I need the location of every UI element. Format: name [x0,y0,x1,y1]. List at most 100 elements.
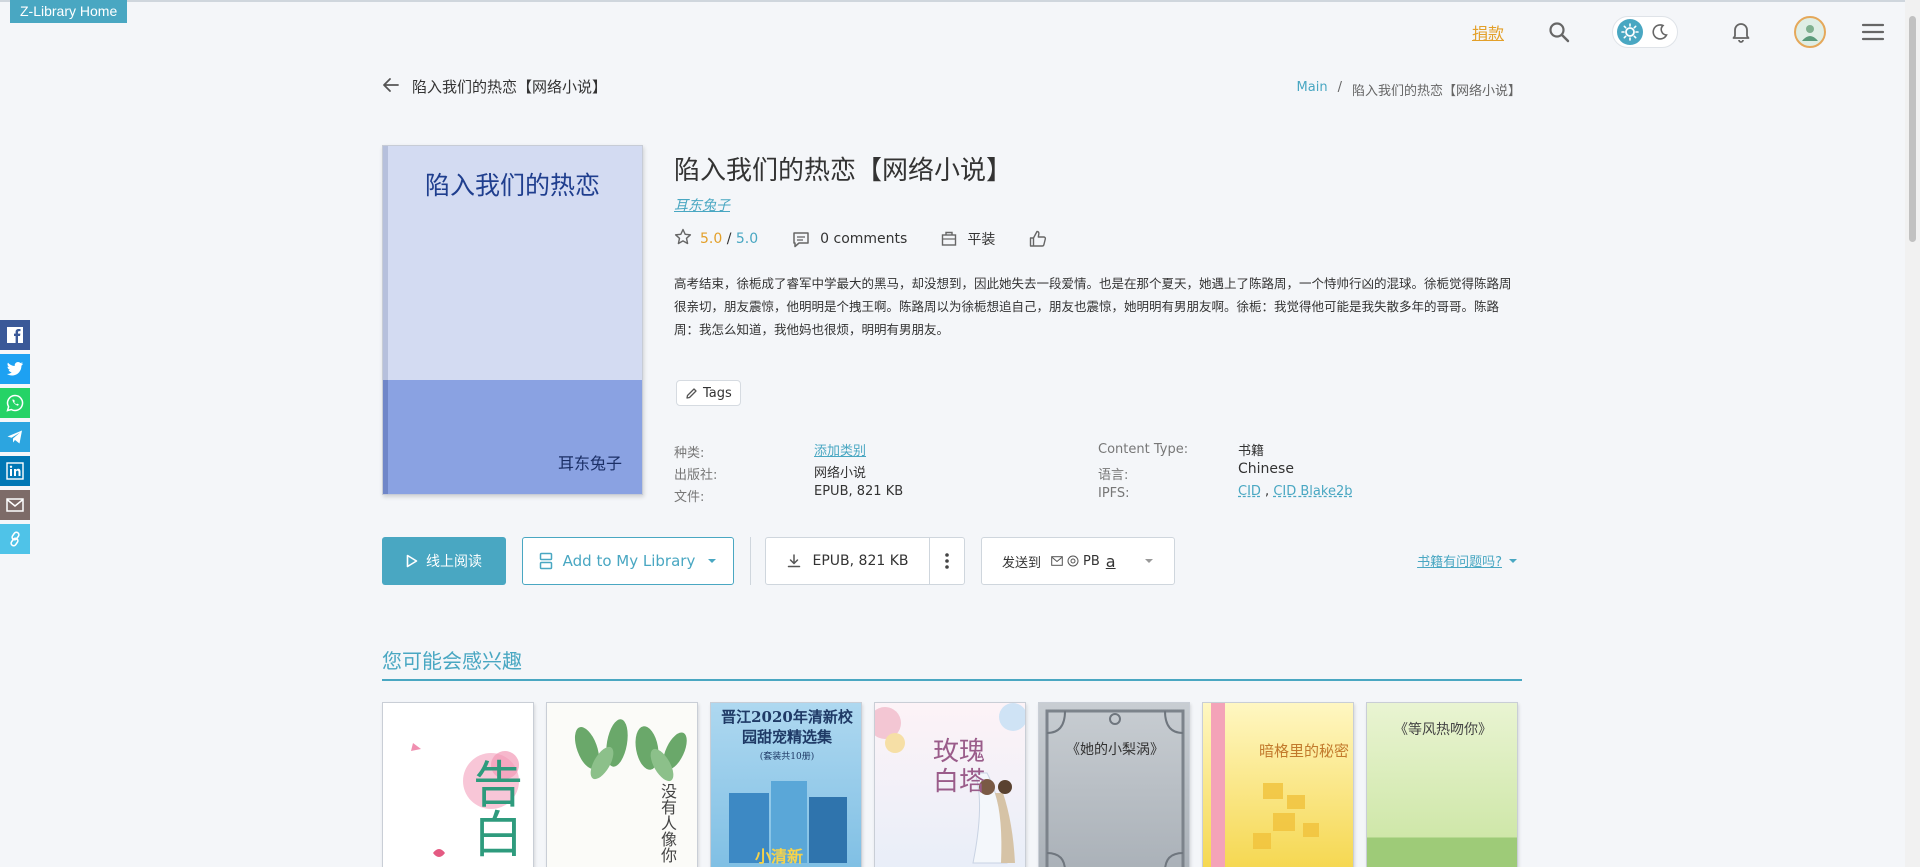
rec-title: 《等风热吻你》 [1394,722,1492,738]
download-label: EPUB, 821 KB [812,553,909,569]
category-add-link[interactable]: 添加类别 [814,440,866,459]
rating-value: 5.0 [700,231,723,247]
send-to-label: 发送到 [1002,555,1042,571]
caret-down-icon [1508,558,1518,564]
book-cover[interactable]: 陷入我们的热恋 耳东兔子 [382,145,643,495]
publisher-label: 出版社: [674,468,718,483]
facebook-icon[interactable] [0,320,30,350]
email-icon[interactable] [0,490,30,520]
add-to-library-label: Add to My Library [562,552,696,570]
header-toolbar: 捐款 [1472,16,1886,48]
book-description: 高考结束，徐栀成了睿军中学最大的黑马，却没想到，因此她失去一段爱情。也是在那个夏… [674,276,1512,337]
recommendations-divider [382,679,1522,681]
recommended-book[interactable]: 暗格里的秘密 [1202,702,1354,867]
send-to-button[interactable]: 发送到 PB a [981,537,1175,585]
linkedin-icon[interactable] [0,456,30,486]
binding-value: 平装 [967,232,996,248]
pencil-icon [685,387,698,400]
category-label: 种类: [674,446,705,461]
book-author-link[interactable]: 耳东兔子 [674,195,730,215]
language-value: Chinese [1238,461,1294,477]
rec-title: 告白 [465,758,523,858]
recommended-book[interactable]: 告白 [382,702,534,867]
read-online-button[interactable]: 线上阅读 [382,537,506,585]
kindle-icon [1067,555,1079,567]
book-cover-illustration [1211,703,1319,867]
cover-author: 耳东兔子 [557,454,622,473]
vertical-scrollbar[interactable] [1905,0,1920,867]
caret-down-icon [707,558,717,564]
book-meta-row: 5.0 / 5.0 0 comments 平装 [674,228,1047,250]
more-vertical-icon [945,552,949,570]
star-icon[interactable] [674,228,692,250]
download-icon [787,554,801,568]
comments-link[interactable]: 0 comments [792,231,907,248]
telegram-icon[interactable] [0,422,30,452]
cover-bottom-panel [383,380,642,494]
recommended-book[interactable]: 晋江2020年清新校园甜宠精选集 (套装共10册) 小清新 [710,702,862,867]
amazon-icon: a [1105,551,1116,571]
book-title: 陷入我们的热恋【网络小说】 [674,156,1013,186]
link-icon[interactable] [0,524,30,554]
pocketbook-label: PB [1083,553,1100,569]
ipfs-label: IPFS: [1098,486,1130,501]
ipfs-cid-link[interactable]: CID [1238,484,1261,499]
book-cover-illustration [1045,709,1185,867]
binding: 平装 [941,229,995,249]
download-more-button[interactable] [930,538,964,584]
rating-max: 5.0 [735,231,759,247]
rating[interactable]: 5.0 / 5.0 [674,228,758,250]
action-bar: 线上阅读 Add to My Library EPUB, 821 KB 发送到 [382,537,1175,585]
sun-icon[interactable] [1617,19,1643,45]
library-icon [539,552,553,570]
avatar[interactable] [1794,16,1826,48]
rating-separator: / [722,231,736,247]
theme-toggle[interactable] [1612,16,1678,48]
moon-icon[interactable] [1647,19,1673,45]
ipfs-values: CID , CID Blake2b [1238,484,1352,499]
cover-title: 陷入我们的热恋 [424,171,600,200]
ipfs-separator: , [1260,484,1274,499]
bell-icon[interactable] [1728,19,1754,45]
arrow-left-icon[interactable] [382,77,400,97]
home-link[interactable]: Z-Library Home [10,0,128,23]
social-share-bar [0,320,30,558]
recommended-book[interactable]: 《等风热吻你》 [1366,702,1518,867]
book-binding-icon [941,231,957,247]
breadcrumb-current: 陷入我们的热恋【网络小说】 [1351,84,1521,99]
search-icon[interactable] [1546,19,1572,45]
file-value: EPUB, 821 KB [814,484,904,499]
publisher-value: 网络小说 [814,466,867,481]
breadcrumb: Main / 陷入我们的热恋【网络小说】 [1297,80,1521,99]
recommendations-title: 您可能会感兴趣 [382,649,522,673]
whatsapp-icon[interactable] [0,388,30,418]
tags-label: Tags [703,385,732,401]
donate-link[interactable]: 捐款 [1472,20,1504,44]
rec-subtitle: (套装共10册) [759,752,815,762]
file-label: 文件: [674,490,705,505]
recommended-book[interactable]: 玫瑰白塔 [874,702,1026,867]
rec-title: 没有人像你 [658,783,677,863]
play-icon [406,554,418,568]
ipfs-blake2b-link[interactable]: CID Blake2b [1273,484,1352,499]
scrollbar-thumb[interactable] [1909,16,1916,242]
language-label: 语言: [1098,468,1129,483]
menu-icon[interactable] [1860,19,1886,45]
rec-title: 玫瑰白塔 [932,737,985,797]
recommendations-row: 告白 没有人像你 晋江2020年清新校园甜宠精选集 (套装共10册) 小清新 玫… [382,702,1518,867]
report-problem-link[interactable]: 书籍有问题吗? [1417,551,1518,570]
rec-title: 晋江2020年清新校园甜宠精选集 [721,708,853,746]
add-to-library-button[interactable]: Add to My Library [522,537,734,585]
thumbs-up-icon[interactable] [1029,230,1047,248]
download-button-group: EPUB, 821 KB [765,537,965,585]
recommended-book[interactable]: 《她的小梨涡》 [1038,702,1190,867]
tags-button[interactable]: Tags [676,380,741,406]
breadcrumb-main-link[interactable]: Main [1297,80,1328,99]
action-divider [750,537,751,585]
twitter-icon[interactable] [0,354,30,384]
comment-icon [792,231,810,248]
caret-down-icon [1144,558,1154,564]
download-button[interactable]: EPUB, 821 KB [766,538,930,584]
read-online-label: 线上阅读 [426,554,482,570]
recommended-book[interactable]: 没有人像你 [546,702,698,867]
